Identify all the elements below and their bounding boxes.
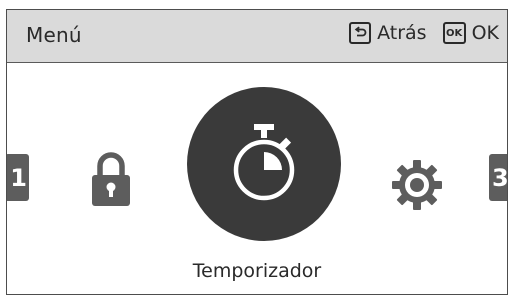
menu-carousel: 1 3 Temporizador [7, 63, 507, 294]
stopwatch-icon [233, 124, 295, 201]
back-button[interactable]: Atrás [349, 22, 427, 44]
selected-item-label: Temporizador [192, 260, 322, 282]
ok-icon: OK [442, 22, 466, 44]
back-icon [349, 22, 372, 44]
carousel-item-temporizador[interactable] [187, 87, 341, 241]
page-title: Menú [26, 23, 82, 47]
next-tile-label: 3 [492, 163, 508, 192]
carousel-item-prev[interactable]: 1 [7, 154, 29, 201]
lock-icon [92, 152, 130, 206]
carousel-item-settings[interactable] [389, 157, 445, 217]
gear-icon [392, 160, 442, 210]
carousel-item-next[interactable]: 3 [489, 154, 508, 201]
header-controls: Atrás OK OK [349, 22, 499, 44]
prev-tile-label: 1 [10, 163, 27, 192]
ok-button[interactable]: OK OK [442, 22, 499, 44]
back-label: Atrás [377, 22, 427, 44]
menu-screen: Menú Atrás OK OK 1 3 Temporizador [6, 9, 508, 295]
carousel-item-lock[interactable] [90, 151, 132, 211]
header-bar: Menú Atrás OK OK [7, 10, 507, 63]
ok-label: OK [471, 22, 499, 44]
